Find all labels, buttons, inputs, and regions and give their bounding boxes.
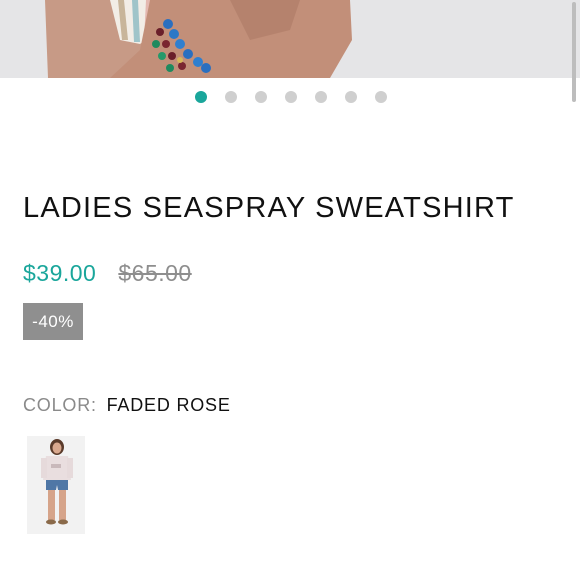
carousel-dot-6[interactable] xyxy=(345,91,357,103)
color-value: FADED ROSE xyxy=(106,395,231,415)
color-row: COLOR: FADED ROSE xyxy=(23,395,231,416)
carousel-dot-7[interactable] xyxy=(375,91,387,103)
carousel-dot-3[interactable] xyxy=(255,91,267,103)
product-photo-image xyxy=(0,0,580,78)
sale-price: $39.00 xyxy=(23,260,97,286)
discount-badge: -40% xyxy=(23,303,83,340)
price-row: $39.00 $65.00 xyxy=(23,260,192,287)
original-price: $65.00 xyxy=(118,260,192,286)
color-label: COLOR: xyxy=(23,395,97,415)
product-title: LADIES SEASPRAY SWEATSHIRT xyxy=(23,192,515,224)
carousel-dots xyxy=(195,91,387,103)
color-swatch-image xyxy=(27,436,85,534)
carousel-dot-4[interactable] xyxy=(285,91,297,103)
carousel-dot-5[interactable] xyxy=(315,91,327,103)
color-swatch-faded-rose[interactable] xyxy=(27,436,85,534)
carousel-dot-1[interactable] xyxy=(195,91,207,103)
product-photo[interactable] xyxy=(0,0,580,78)
carousel-dot-2[interactable] xyxy=(225,91,237,103)
scrollbar[interactable] xyxy=(572,2,576,102)
